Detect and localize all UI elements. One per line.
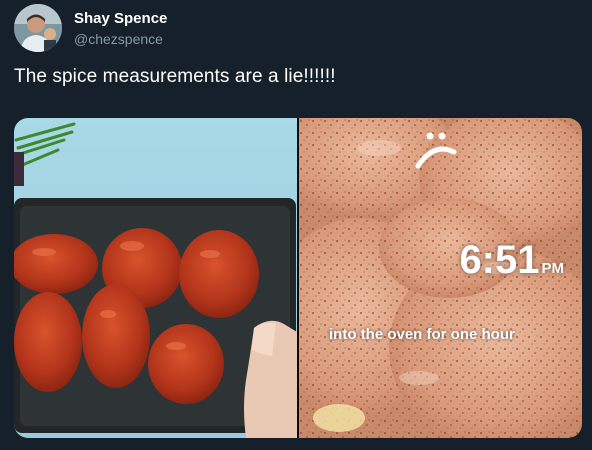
sad-face-icon (404, 122, 464, 182)
overlay-time-value: 6:51 (459, 238, 540, 282)
media-image-left[interactable] (14, 118, 297, 438)
tweet-text: The spice measurements are a lie!!!!!! (14, 66, 336, 87)
author-name[interactable]: Shay Spence (74, 10, 167, 27)
overlay-time: 6:51 PM (459, 238, 564, 283)
author-handle[interactable]: @chezspence (74, 31, 163, 47)
media-image-right[interactable]: 6:51 PM into the oven for one hour (299, 118, 582, 438)
tweet-card: Shay Spence @chezspence The spice measur… (0, 0, 592, 450)
overlay-caption: into the oven for one hour (329, 326, 515, 343)
tweet-media[interactable]: 6:51 PM into the oven for one hour (14, 118, 582, 438)
overlay-time-ampm: PM (541, 260, 565, 277)
avatar[interactable] (14, 4, 62, 52)
